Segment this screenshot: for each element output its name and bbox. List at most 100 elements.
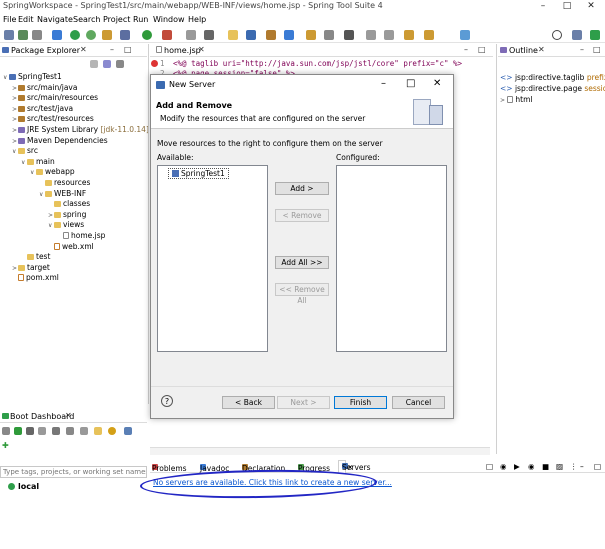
tree-item[interactable]: test <box>21 252 50 261</box>
cancel-button[interactable]: Cancel <box>392 396 445 409</box>
menu-help[interactable]: Help <box>188 15 206 24</box>
minimize-view-icon[interactable]: – <box>580 462 584 471</box>
grid-icon[interactable] <box>204 30 214 40</box>
spring-perspective-icon[interactable] <box>590 30 600 40</box>
tab-servers[interactable]: Servers ✕ <box>338 460 371 473</box>
maximize-editor-icon[interactable]: □ <box>478 45 486 54</box>
tree-item[interactable]: ∨ src <box>12 146 38 155</box>
boot-dashboard-filter-input[interactable] <box>0 466 147 478</box>
close-tab-icon[interactable]: ✕ <box>198 45 205 54</box>
collapse-all-icon[interactable] <box>90 60 98 68</box>
console-icon[interactable] <box>52 427 60 435</box>
editor-line-1[interactable]: 1 <%@ taglib uri="http://java.sun.com/js… <box>160 59 462 68</box>
open-folder-icon[interactable] <box>228 30 238 40</box>
menu-run[interactable]: Run <box>133 15 148 24</box>
properties-icon[interactable] <box>94 427 102 435</box>
add-icon[interactable]: ✚ <box>2 441 9 450</box>
menu-project[interactable]: Project <box>103 15 130 24</box>
close-view-icon[interactable]: ✕ <box>538 45 545 54</box>
outline-item[interactable]: > html <box>500 95 533 104</box>
tree-item[interactable]: > src/main/resources <box>12 93 98 102</box>
tree-item[interactable]: pom.xml <box>12 273 59 282</box>
next-annotation-icon[interactable] <box>366 30 376 40</box>
external-tools-icon[interactable] <box>162 30 172 40</box>
stop-server-icon[interactable]: ■ <box>542 462 549 471</box>
refresh-icon[interactable] <box>86 30 96 40</box>
pin-icon[interactable] <box>460 30 470 40</box>
close-icon[interactable]: ✕ <box>433 78 441 89</box>
help-icon[interactable]: ? <box>161 395 173 407</box>
prev-annotation-icon[interactable] <box>384 30 394 40</box>
terminal-icon[interactable] <box>52 30 62 40</box>
tree-item[interactable]: ∨ WEB-INF <box>39 189 86 198</box>
tree-item[interactable]: ∨ main <box>21 157 55 166</box>
publish-icon[interactable]: ▨ <box>556 462 563 471</box>
tree-item[interactable]: ∨ SpringTest1 <box>3 72 62 81</box>
profile-server-icon[interactable]: ◉ <box>528 462 535 471</box>
list-item[interactable]: SpringTest1 <box>168 168 229 179</box>
package-explorer-title[interactable]: Package Explorer <box>11 46 80 55</box>
start-server-icon[interactable]: ▶ <box>514 462 520 471</box>
search-icon[interactable] <box>552 30 562 40</box>
tree-item[interactable]: ∨ views <box>48 220 84 229</box>
tree-item[interactable]: > JRE System Library [jdk-11.0.14] <box>12 125 149 134</box>
back-button[interactable]: < Back <box>222 396 275 409</box>
outline-item[interactable]: <> jsp:directive.taglib prefix=c <box>500 73 605 82</box>
filter-icon[interactable] <box>124 427 132 435</box>
tree-item[interactable]: > spring <box>48 210 86 219</box>
debug-server-icon[interactable]: ◉ <box>500 462 507 471</box>
tree-item[interactable]: classes <box>48 199 90 208</box>
edit-icon[interactable] <box>80 427 88 435</box>
available-list[interactable]: SpringTest1 <box>157 165 268 352</box>
start-icon[interactable] <box>14 427 22 435</box>
tree-item[interactable]: > target <box>12 263 50 272</box>
spring-boot-icon[interactable] <box>70 30 80 40</box>
outline-item[interactable]: <> jsp:directive.page session=f <box>500 84 605 93</box>
refresh-icon[interactable] <box>2 427 10 435</box>
editor-hscrollbar[interactable] <box>150 447 490 455</box>
next-button[interactable]: Next > <box>277 396 330 409</box>
forward-icon[interactable] <box>424 30 434 40</box>
maximize-view-icon[interactable]: □ <box>594 462 601 471</box>
close-tab-icon[interactable]: ✕ <box>347 463 353 472</box>
minimize-icon[interactable]: – <box>532 0 554 13</box>
view-menu-icon[interactable]: ⋮ <box>570 462 578 471</box>
new-icon[interactable] <box>4 30 14 40</box>
tree-item[interactable]: > src/test/resources <box>12 114 94 123</box>
remove-all-button[interactable]: << Remove All <box>275 283 329 305</box>
expand-arrow-icon[interactable]: > <box>500 97 505 104</box>
maximize-view-icon[interactable]: □ <box>124 45 132 54</box>
print-icon[interactable] <box>32 30 42 40</box>
lightbulb-icon[interactable] <box>108 427 116 435</box>
menu-window[interactable]: Window <box>153 15 185 24</box>
save-icon[interactable] <box>18 30 28 40</box>
maximize-icon[interactable]: □ <box>556 0 578 13</box>
outline-title[interactable]: Outline <box>509 46 538 55</box>
close-view-icon[interactable]: ✕ <box>65 411 72 420</box>
debug-icon[interactable] <box>38 427 46 435</box>
run-icon[interactable] <box>142 30 152 40</box>
link-editor-icon[interactable] <box>103 60 111 68</box>
view-menu-icon[interactable] <box>116 60 124 68</box>
search-toolbar-icon[interactable] <box>344 30 354 40</box>
browser-icon[interactable] <box>66 427 74 435</box>
editor-tab-home[interactable]: home.jsp <box>164 46 201 55</box>
maximize-view-icon[interactable]: □ <box>593 45 601 54</box>
close-view-icon[interactable]: ✕ <box>80 45 87 54</box>
configured-list[interactable] <box>336 165 447 352</box>
back-icon[interactable] <box>404 30 414 40</box>
tree-item[interactable]: home.jsp <box>57 231 105 240</box>
add-button[interactable]: Add > <box>275 182 329 195</box>
tree-item[interactable]: ∨ webapp <box>30 167 75 176</box>
new-server-icon[interactable] <box>246 30 256 40</box>
minimize-view-icon[interactable]: – <box>580 45 584 54</box>
maximize-icon[interactable]: □ <box>406 78 415 89</box>
new-class-icon[interactable] <box>284 30 294 40</box>
tree-item[interactable]: resources <box>39 178 90 187</box>
finish-button[interactable]: Finish <box>334 396 387 409</box>
stop-build-icon[interactable] <box>186 30 196 40</box>
close-icon[interactable]: ✕ <box>580 0 602 13</box>
menu-file[interactable]: File <box>3 15 16 24</box>
collapse-all-icon[interactable]: □ <box>486 462 493 471</box>
new-package-icon[interactable] <box>266 30 276 40</box>
